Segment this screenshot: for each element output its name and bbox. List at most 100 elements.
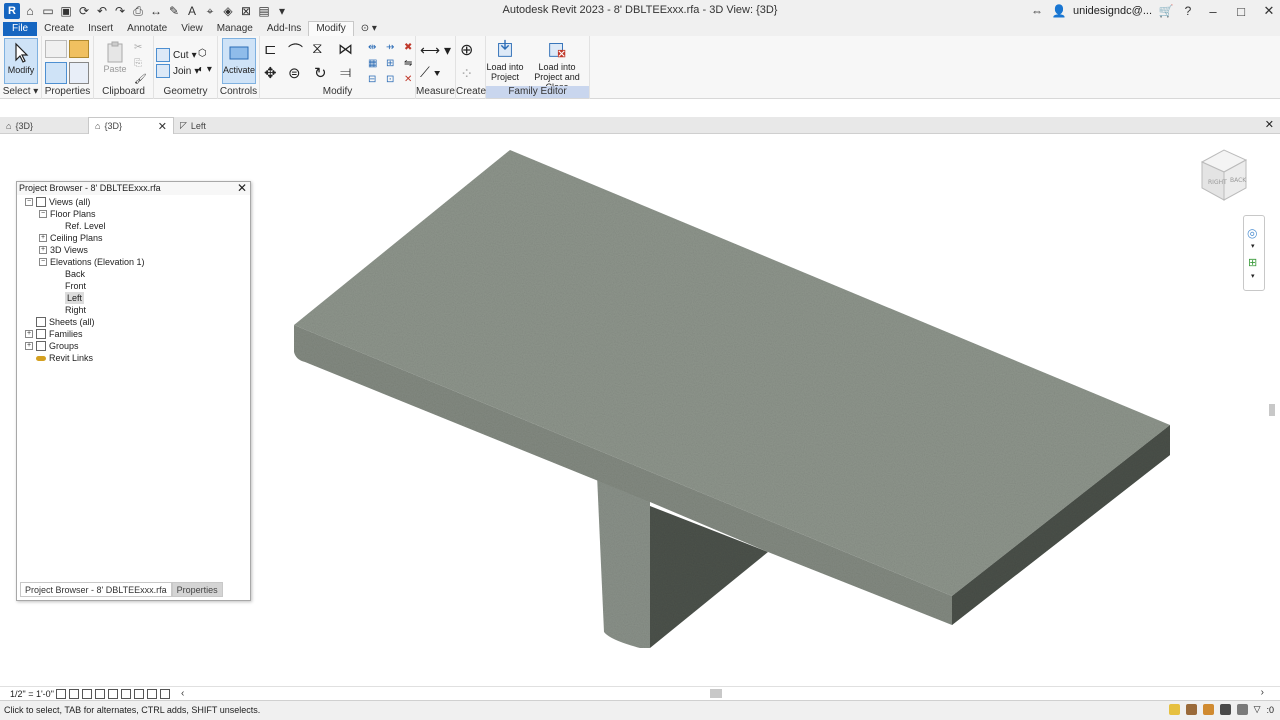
tree-item[interactable]: Left: [65, 292, 85, 304]
zoom-icon[interactable]: ⊞: [1248, 256, 1257, 269]
detail-level-icon[interactable]: [56, 688, 66, 699]
tree-item[interactable]: − Views (all): [25, 196, 90, 208]
steering-wheel-icon[interactable]: ◎: [1247, 226, 1257, 240]
crop-view-icon[interactable]: [108, 688, 118, 699]
tab-view[interactable]: View: [174, 22, 210, 36]
home-icon[interactable]: ⌂: [22, 3, 38, 19]
trim-multiple-icon[interactable]: ⊟: [368, 74, 376, 85]
align-icon[interactable]: ⊏: [264, 40, 277, 58]
tree-item[interactable]: Back: [65, 268, 85, 280]
section-icon[interactable]: ◈: [220, 3, 236, 19]
switch-windows-icon[interactable]: ▤: [256, 3, 272, 19]
load-into-project-close-button[interactable]: Load intoProject and Close: [524, 38, 590, 92]
type-properties-icon[interactable]: [45, 40, 67, 58]
tab-file[interactable]: File: [3, 22, 38, 36]
sun-path-icon[interactable]: [82, 688, 92, 699]
join-button[interactable]: Join ▾: [156, 64, 199, 78]
tree-item[interactable]: + Ceiling Plans: [39, 232, 103, 244]
view-tab-3d-active[interactable]: ⌂ {3D} ✕: [88, 117, 174, 134]
family-category-icon[interactable]: [69, 62, 89, 84]
zoom-dropdown-icon[interactable]: ▾: [1251, 272, 1255, 280]
array-icon[interactable]: ▦: [368, 58, 377, 69]
select-underlay-icon[interactable]: [1185, 704, 1197, 715]
horizontal-scroll-thumb[interactable]: [710, 689, 722, 698]
pin-icon[interactable]: ✖: [404, 42, 412, 53]
paste-button[interactable]: Paste: [98, 38, 132, 84]
scroll-left-icon[interactable]: ‹: [181, 688, 184, 699]
properties-icon[interactable]: [45, 62, 67, 84]
close-hidden-icon[interactable]: ⊠: [238, 3, 254, 19]
tree-item[interactable]: Revit Links: [25, 352, 93, 364]
cut-button[interactable]: Cut ▾: [156, 48, 197, 62]
filter-icon[interactable]: ▽: [1254, 704, 1261, 715]
viewcube[interactable]: RIGHT BACK: [1196, 146, 1252, 204]
visual-style-icon[interactable]: [69, 688, 79, 699]
copy-element-icon[interactable]: ⊜: [288, 64, 301, 82]
customize-qat-icon[interactable]: ▾: [274, 3, 290, 19]
cut-clip-icon[interactable]: ✂: [134, 42, 142, 53]
tab-insert[interactable]: Insert: [81, 22, 120, 36]
view-tab-3d-inactive[interactable]: ⌂ {3D}: [0, 117, 88, 134]
drag-elements-icon[interactable]: [1236, 704, 1248, 715]
reveal-hidden-icon[interactable]: [160, 688, 170, 699]
scroll-right-icon[interactable]: ›: [1261, 687, 1264, 698]
offset-icon[interactable]: ⌒: [288, 40, 303, 61]
move-icon[interactable]: ✥: [264, 64, 277, 82]
sync-icon[interactable]: ⟳: [76, 3, 92, 19]
match-type-icon[interactable]: 🖌: [134, 74, 147, 85]
family-types-icon[interactable]: [69, 40, 89, 58]
activate-button[interactable]: Activate: [222, 38, 256, 84]
scale-icon[interactable]: ⊞: [386, 58, 394, 69]
measure-between-icon[interactable]: ⟷ ▾: [420, 42, 451, 59]
create-similar-icon[interactable]: ⊕: [460, 40, 473, 60]
tab-annotate[interactable]: Annotate: [120, 22, 174, 36]
copy-icon[interactable]: ⎘: [134, 58, 142, 69]
tree-item[interactable]: Right: [65, 304, 86, 316]
tree-item[interactable]: +3D Views: [39, 244, 88, 256]
maximize-button[interactable]: □: [1230, 0, 1252, 22]
dimension-icon[interactable]: ⟋ ▾: [420, 64, 441, 81]
minimize-button[interactable]: –: [1202, 0, 1224, 22]
user-icon[interactable]: 👤: [1051, 3, 1067, 19]
open-icon[interactable]: ▭: [40, 3, 56, 19]
3d-view-icon[interactable]: ⌖: [202, 3, 218, 19]
tree-item[interactable]: − Elevations (Elevation 1): [39, 256, 145, 268]
expand-icon[interactable]: +: [39, 234, 47, 242]
view-tab-left[interactable]: ◸ Left: [174, 117, 264, 134]
wall-joins-icon[interactable]: ⬡: [198, 48, 207, 59]
create-group-icon[interactable]: ⁘: [460, 64, 473, 84]
shadows-icon[interactable]: [95, 688, 105, 699]
tag-icon[interactable]: ✎: [166, 3, 182, 19]
rotate-icon[interactable]: ↻: [314, 64, 327, 82]
cart-icon[interactable]: 🛒: [1158, 3, 1174, 19]
select-dropdown[interactable]: Select ▾: [0, 86, 41, 98]
collapse-icon[interactable]: −: [25, 198, 33, 206]
tab-project-browser[interactable]: Project Browser - 8' DBLTEExxx.rfa: [20, 582, 172, 597]
ribbon-options-toggle[interactable]: ⊙ ▾: [354, 22, 384, 36]
tab-create[interactable]: Create: [37, 22, 81, 36]
measure-icon[interactable]: ↔: [148, 3, 164, 19]
expand-icon[interactable]: +: [25, 342, 33, 350]
tab-properties[interactable]: Properties: [171, 582, 223, 597]
load-into-project-button[interactable]: Load into Project: [486, 38, 524, 82]
text-icon[interactable]: A: [184, 3, 200, 19]
redo-icon[interactable]: ↷: [112, 3, 128, 19]
tab-add-ins[interactable]: Add-Ins: [260, 22, 308, 36]
tree-item[interactable]: + Groups: [25, 340, 79, 352]
show-crop-icon[interactable]: [121, 688, 131, 699]
modify-button[interactable]: Modify: [4, 38, 38, 84]
select-by-face-icon[interactable]: [1219, 704, 1231, 715]
split-gap-icon[interactable]: ⇸: [386, 42, 394, 53]
temporary-hide-icon[interactable]: [147, 688, 157, 699]
tab-manage[interactable]: Manage: [210, 22, 260, 36]
user-name[interactable]: unidesigndc@...: [1073, 5, 1152, 17]
view-scale[interactable]: 1/2" = 1'-0": [10, 689, 56, 699]
expand-icon[interactable]: +: [25, 330, 33, 338]
mirror-axis-icon[interactable]: ⧖: [312, 40, 323, 57]
lock-3d-icon[interactable]: [134, 688, 144, 699]
navigate-arrows-icon[interactable]: ⇔: [1029, 3, 1045, 19]
close-tab-icon[interactable]: ✕: [158, 120, 167, 133]
tree-item[interactable]: Front: [65, 280, 86, 292]
tab-modify[interactable]: Modify: [308, 21, 354, 36]
wheel-dropdown-icon[interactable]: ▾: [1251, 242, 1255, 250]
